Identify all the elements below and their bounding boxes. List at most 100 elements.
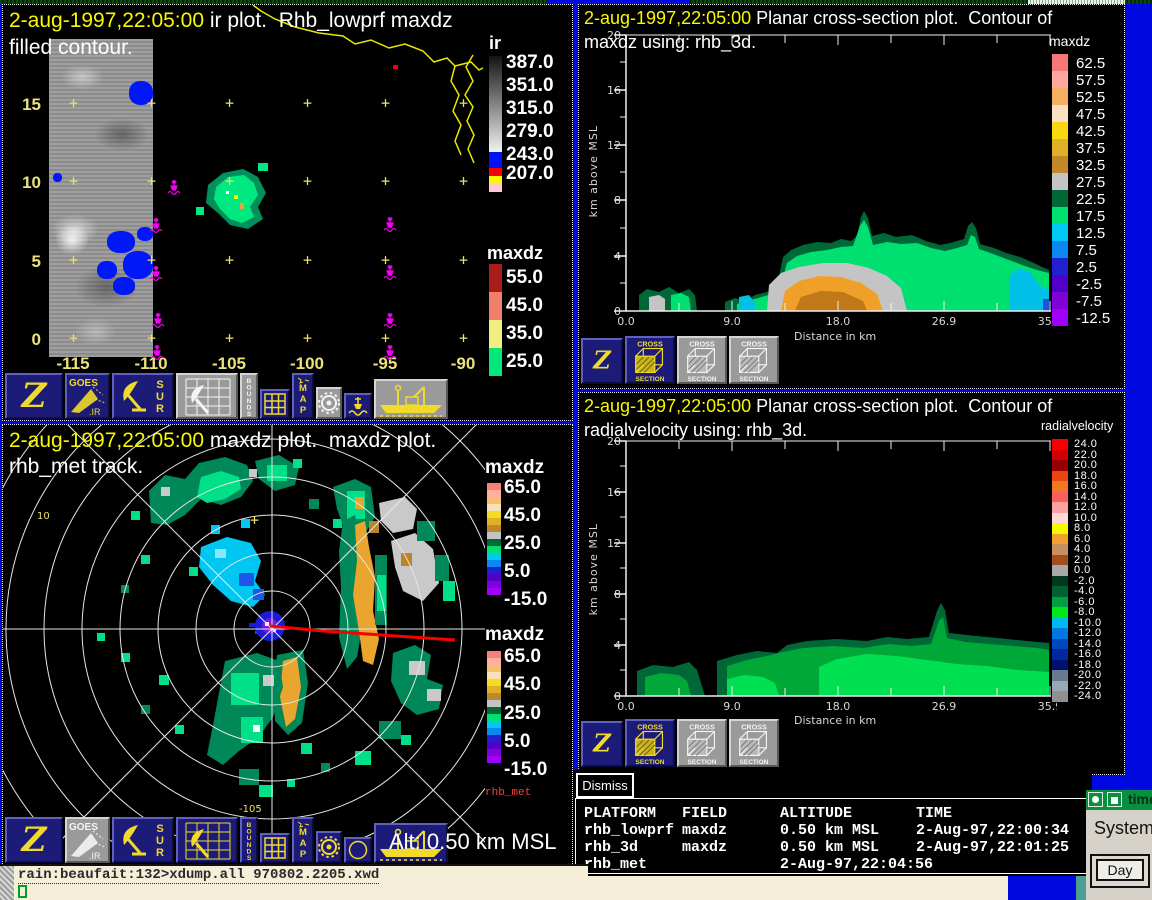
cross-section-button[interactable]: CROSS SECTION xyxy=(625,719,675,767)
circle-button[interactable] xyxy=(344,837,372,863)
graticule-plus: + xyxy=(147,172,156,190)
cross-section-button[interactable]: CROSSSECTION xyxy=(729,336,779,384)
timestamp: 2-aug-1997,22:05:00 xyxy=(584,8,751,28)
terminal-command: rain:beaufait:132>xdump.all 970802.2205.… xyxy=(18,867,379,884)
graticule-plus: + xyxy=(69,172,78,190)
terminal-resize-grip[interactable] xyxy=(0,866,14,900)
colorbar-value: 55.0 xyxy=(506,267,543,289)
table-header: ALTITUDE xyxy=(780,805,852,822)
toolbar: ZCROSSSECTIONCROSSSECTIONCROSSSECTION xyxy=(581,719,779,767)
colorbar-value: 65.0 xyxy=(504,646,541,668)
ir-plot-window: ++++++++++++++++++++++++ 2-aug-1997,22:0… xyxy=(2,4,573,421)
table-header: PLATFORM xyxy=(584,805,656,822)
colorbar-value: 207.0 xyxy=(506,163,554,185)
map-button[interactable]: MAP xyxy=(292,817,314,863)
svg-text:SECTION: SECTION xyxy=(636,759,665,765)
svg-text:U: U xyxy=(156,391,164,403)
colorbar-strip xyxy=(1052,439,1068,702)
radar-grid-button[interactable] xyxy=(176,373,238,419)
cross-section-button[interactable]: CROSSSECTION xyxy=(677,719,727,767)
table-cell: 2-Aug-97,22:01:25 xyxy=(916,839,1069,856)
circle-icon[interactable] xyxy=(1088,792,1103,807)
terminal-cursor xyxy=(18,885,27,898)
timestamp: 2-aug-1997,22:05:00 xyxy=(9,9,204,32)
gear-button[interactable] xyxy=(316,387,342,419)
colorbar-value: 32.5 xyxy=(1076,157,1105,174)
colorbar-title: maxdz xyxy=(1049,33,1090,49)
desktop: { "colors": { "background": "#0008e0", "… xyxy=(0,0,1152,900)
svg-text:Z: Z xyxy=(592,730,612,758)
zebra-logo-button[interactable]: Z xyxy=(5,373,63,419)
graticule-plus: + xyxy=(225,329,234,347)
colorbar-value: 5.0 xyxy=(504,561,530,583)
colorbar-value: -2.5 xyxy=(1076,276,1102,293)
cross-section-button[interactable]: CROSSSECTION xyxy=(729,719,779,767)
cross-section-button[interactable]: CROSSSECTION xyxy=(625,336,675,384)
graticule-plus: + xyxy=(250,511,259,529)
bounds-button[interactable]: BOUNDS xyxy=(240,817,258,863)
timestamp: 2-aug-1997,22:05:00 xyxy=(9,429,204,452)
time-widget-titlebar[interactable]: time xyxy=(1086,790,1152,810)
zebra-logo-button[interactable]: Z xyxy=(581,338,623,384)
colorbar-value: -12.5 xyxy=(1076,310,1110,327)
graticule-plus: + xyxy=(381,94,390,112)
colorbar-value: 2.5 xyxy=(1076,259,1097,276)
svg-text:S: S xyxy=(247,855,252,861)
graticule-plus: + xyxy=(147,94,156,112)
colorbar-strip xyxy=(489,56,502,192)
radar-sur-button[interactable]: SUR xyxy=(112,817,174,863)
panel-title-line2: maxdz using: rhb_3d. xyxy=(584,32,756,53)
colorbar-value: 7.5 xyxy=(1076,242,1097,259)
graticule-plus: + xyxy=(459,251,468,269)
colorbar-value: 25.0 xyxy=(504,703,541,725)
table-cell: maxdz xyxy=(682,822,727,839)
platform-table-window: Dismiss PLATFORMFIELDALTITUDETIMErhb_low… xyxy=(573,770,1092,876)
grid-button[interactable] xyxy=(260,833,290,863)
svg-text:CROSS: CROSS xyxy=(741,724,767,732)
radar-sur-button[interactable]: SUR xyxy=(112,373,174,419)
svg-text:CROSS: CROSS xyxy=(637,724,663,732)
top-strip-light xyxy=(1028,0,1125,4)
graticule-plus: + xyxy=(459,94,468,112)
svg-text:CROSS: CROSS xyxy=(689,724,715,732)
buoy-button[interactable] xyxy=(344,393,372,419)
svg-text:Z: Z xyxy=(20,820,48,860)
cross-section-plot[interactable] xyxy=(579,5,1126,390)
ship-button[interactable] xyxy=(374,379,448,419)
table-cell: rhb_3d xyxy=(584,839,638,856)
colorbar-value: 27.5 xyxy=(1076,174,1105,191)
terminal-window[interactable]: rain:beaufait:132>xdump.all 970802.2205.… xyxy=(0,864,588,900)
colorbar-value: 57.5 xyxy=(1076,72,1105,89)
ppi-display[interactable] xyxy=(3,425,485,845)
goes-ir-button[interactable]: GOES.IR xyxy=(65,373,110,419)
colorbar-value: 5.0 xyxy=(504,731,530,753)
svg-text:P: P xyxy=(300,849,307,860)
graticule-plus: + xyxy=(303,94,312,112)
graticule-plus: + xyxy=(459,172,468,190)
cross-section-button[interactable]: CROSSSECTION xyxy=(677,336,727,384)
buoy-icon xyxy=(383,312,397,329)
map-button[interactable]: MAP xyxy=(292,373,314,419)
zebra-logo-button[interactable]: Z xyxy=(5,817,63,863)
colorbar-value: 65.0 xyxy=(504,477,541,499)
colorbar-strip xyxy=(489,264,502,376)
panel-title: 2-aug-1997,22:05:00 ir plot. Rhb_lowprf … xyxy=(9,9,453,33)
colorbar-title: ir xyxy=(489,33,501,54)
colorbar-value: 35.0 xyxy=(506,323,543,345)
colorbar-value: 387.0 xyxy=(506,52,554,74)
colorbar-value: 45.0 xyxy=(506,295,543,317)
colorbar-value: 25.0 xyxy=(506,351,543,373)
day-button[interactable]: Day xyxy=(1096,859,1144,881)
document-icon[interactable] xyxy=(1107,792,1122,807)
goes-ir-button[interactable]: GOES.IR xyxy=(65,817,110,863)
dismiss-button[interactable]: Dismiss xyxy=(576,773,634,798)
zebra-logo-button[interactable]: Z xyxy=(581,721,623,767)
table-cell: 0.50 km MSL xyxy=(780,839,879,856)
svg-text:SECTION: SECTION xyxy=(740,376,769,382)
bounds-button[interactable]: BOUNDS xyxy=(240,373,258,419)
radar-grid-button[interactable] xyxy=(176,817,238,863)
gear-button[interactable] xyxy=(316,831,342,863)
colorbar-title: radialvelocity xyxy=(1041,419,1113,433)
grid-button[interactable] xyxy=(260,389,290,419)
time-widget-title: time xyxy=(1128,791,1152,807)
